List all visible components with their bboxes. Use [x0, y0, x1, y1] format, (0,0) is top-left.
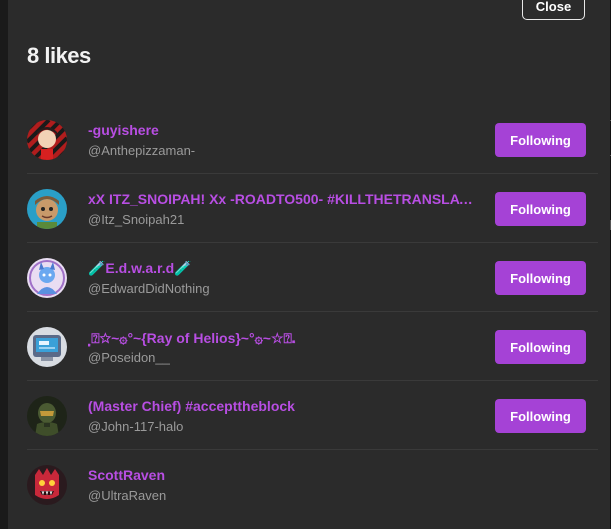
- red-face-avatar-icon[interactable]: [27, 465, 67, 505]
- user-handle: @Poseidon__: [88, 350, 170, 365]
- user-display-name[interactable]: -guyishere: [88, 122, 478, 138]
- list-item: 🧪E.d.w.a.r.d🧪 @EdwardDidNothing Followin…: [27, 243, 598, 312]
- user-display-name[interactable]: (Master Chief) #accepttheblock: [88, 398, 478, 414]
- list-item: -guyishere @Anthepizzaman- Following: [27, 105, 598, 174]
- user-handle: @EdwardDidNothing: [88, 281, 210, 296]
- cartoon-face-avatar-icon[interactable]: [27, 189, 67, 229]
- list-item: ⸼⍰☆~۞°~{Ray of Helios}~°۞~☆⍰⸼ @Poseidon_…: [27, 312, 598, 381]
- user-handle: @Itz_Snoipah21: [88, 212, 185, 227]
- following-button[interactable]: Following: [495, 399, 586, 433]
- user-handle: @John-117-halo: [88, 419, 184, 434]
- armored-soldier-avatar-icon[interactable]: [27, 396, 67, 436]
- user-display-name[interactable]: ⸼⍰☆~۞°~{Ray of Helios}~°۞~☆⍰⸼: [88, 329, 478, 348]
- user-display-name[interactable]: ScottRaven: [88, 467, 478, 483]
- modal-title: 8 likes: [27, 43, 91, 68]
- list-item: (Master Chief) #accepttheblock @John-117…: [27, 381, 598, 450]
- likes-list[interactable]: -guyishere @Anthepizzaman- Following xX …: [27, 105, 598, 519]
- close-button[interactable]: Close: [522, 0, 585, 20]
- user-handle: @UltraRaven: [88, 488, 167, 503]
- following-button[interactable]: Following: [495, 330, 586, 364]
- following-button[interactable]: Following: [495, 261, 586, 295]
- user-display-name[interactable]: xX ITZ_SNOIPAH! Xx -ROADTO500- #KILLTHET…: [88, 191, 478, 207]
- likes-modal: Close 8 likes -guyishere @Anthepizzaman-…: [8, 0, 610, 529]
- red-character-avatar-icon[interactable]: [27, 120, 67, 160]
- computer-screen-avatar-icon[interactable]: [27, 327, 67, 367]
- user-display-name[interactable]: 🧪E.d.w.a.r.d🧪: [88, 260, 478, 277]
- following-button[interactable]: Following: [495, 123, 586, 157]
- list-item: ScottRaven @UltraRaven: [27, 450, 598, 519]
- user-handle: @Anthepizzaman-: [88, 143, 196, 158]
- blue-character-avatar-icon[interactable]: [27, 258, 67, 298]
- list-item: xX ITZ_SNOIPAH! Xx -ROADTO500- #KILLTHET…: [27, 174, 598, 243]
- following-button[interactable]: Following: [495, 192, 586, 226]
